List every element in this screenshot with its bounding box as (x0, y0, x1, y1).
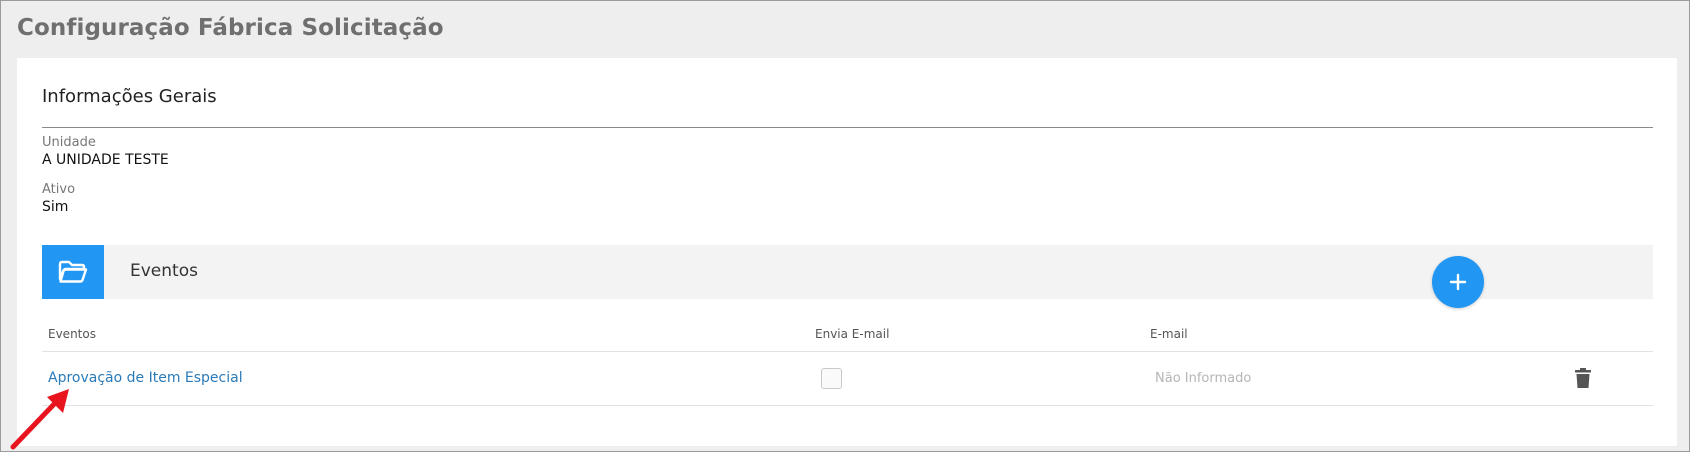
folder-open-icon (42, 245, 104, 299)
unit-value: A UNIDADE TESTE (42, 152, 169, 168)
trash-icon (1575, 368, 1591, 388)
send-email-checkbox[interactable] (821, 368, 842, 389)
active-value: Sim (42, 199, 69, 215)
events-table-header: Eventos Envia E-mail E-mail (42, 320, 1653, 352)
unit-label: Unidade (42, 135, 96, 150)
red-arrow-icon (10, 389, 69, 450)
event-link[interactable]: Aprovação de Item Especial (48, 370, 243, 386)
page-title: Configuração Fábrica Solicitação (17, 15, 444, 41)
active-label: Ativo (42, 182, 76, 197)
events-section-header: Eventos (42, 245, 1653, 299)
window-frame: Configuração Fábrica Solicitação Informa… (0, 0, 1690, 452)
config-card: Informações Gerais Unidade A UNIDADE TES… (17, 58, 1677, 446)
email-value: Não Informado (1155, 371, 1252, 386)
events-title: Eventos (130, 261, 198, 281)
table-row: Aprovação de Item Especial Não Informado (42, 352, 1653, 406)
delete-event-button[interactable] (1573, 367, 1593, 389)
general-info-title: Informações Gerais (42, 86, 217, 107)
add-event-button[interactable] (1432, 256, 1484, 308)
section-divider (42, 127, 1653, 128)
column-header-send-email: Envia E-mail (815, 327, 890, 341)
column-header-events: Eventos (48, 327, 96, 341)
column-header-email: E-mail (1150, 327, 1188, 341)
plus-icon (1449, 273, 1467, 291)
